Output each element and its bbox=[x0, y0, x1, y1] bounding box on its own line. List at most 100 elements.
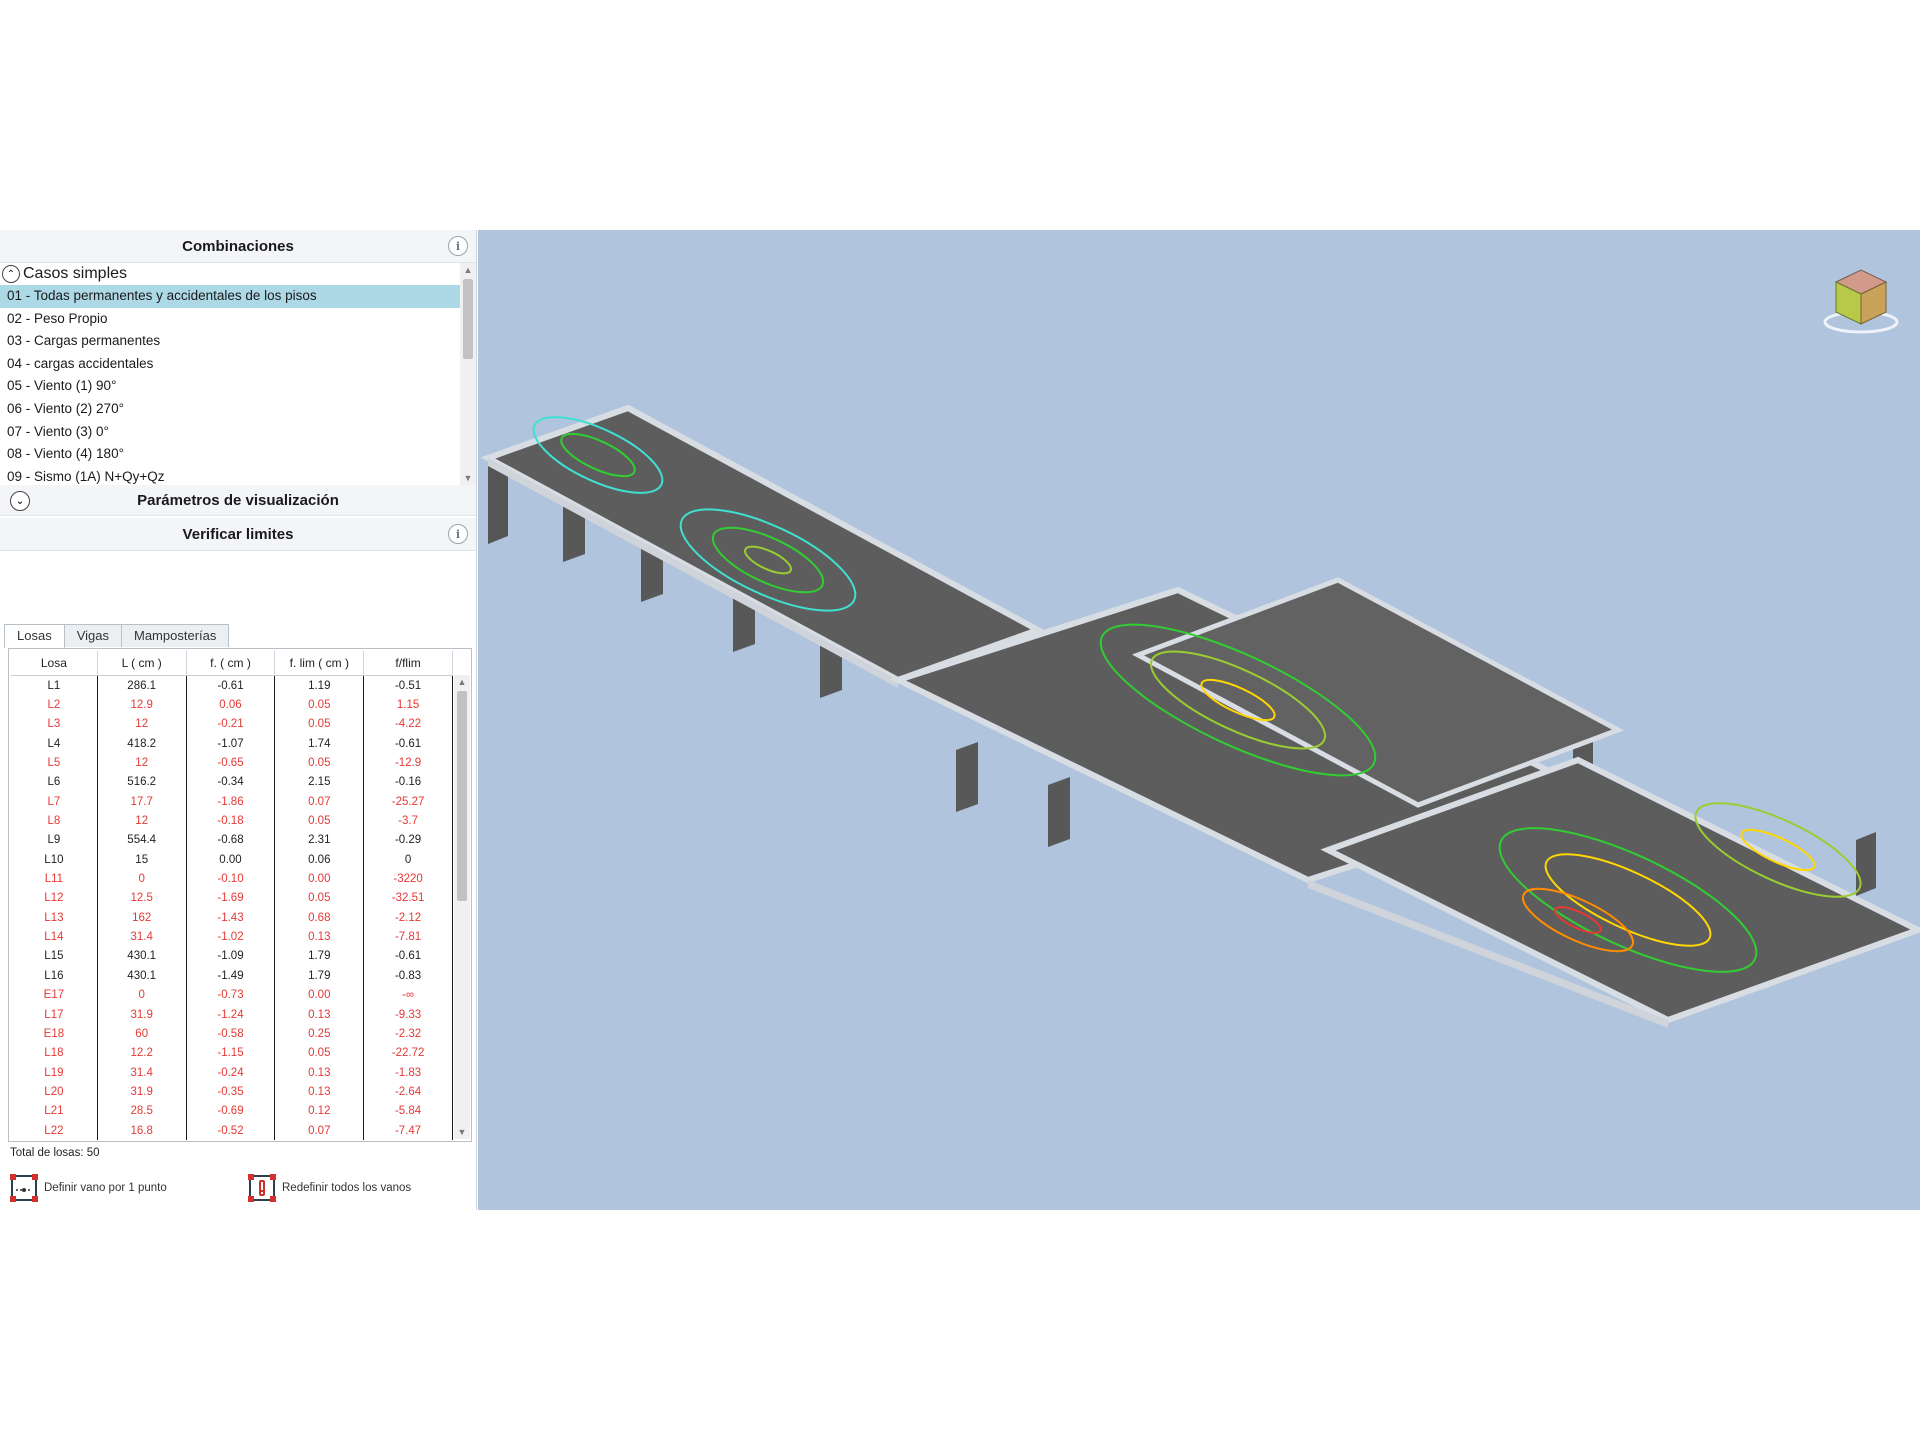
cell-losa: L22 bbox=[11, 1120, 98, 1141]
cell-ratio: -0.51 bbox=[364, 676, 453, 696]
case-item[interactable]: 02 - Peso Propio bbox=[0, 308, 460, 331]
case-item[interactable]: 08 - Viento (4) 180° bbox=[0, 443, 460, 466]
cell-f: -0.58 bbox=[187, 1024, 276, 1044]
case-item[interactable]: 01 - Todas permanentes y accidentales de… bbox=[0, 285, 460, 308]
app-window: Combinaciones i ⌃ Casos simples 01 - Tod… bbox=[0, 230, 1920, 1210]
cell-l: 31.9 bbox=[98, 1004, 187, 1025]
table-row[interactable]: L19 31.4 -0.24 0.13 -1.83 bbox=[11, 1062, 453, 1083]
table-row[interactable]: E18 60 -0.58 0.25 -2.32 bbox=[11, 1024, 453, 1044]
cell-f: -1.69 bbox=[187, 888, 276, 909]
cell-f: -0.73 bbox=[187, 985, 276, 1005]
cell-losa: L12 bbox=[11, 888, 98, 909]
cell-l: 12.2 bbox=[98, 1043, 187, 1063]
case-item[interactable]: 06 - Viento (2) 270° bbox=[0, 398, 460, 421]
case-list: 01 - Todas permanentes y accidentales de… bbox=[0, 285, 460, 485]
tab-losas[interactable]: Losas bbox=[4, 624, 65, 648]
table-body: L1 286.1 -0.61 1.19 -0.51 L2 12.9 0.06 0.05 1.15 L… bbox=[11, 676, 453, 1141]
cell-f: -0.34 bbox=[187, 772, 276, 793]
cell-losa: L5 bbox=[11, 753, 98, 773]
cell-ratio: -2.64 bbox=[364, 1082, 453, 1102]
scroll-thumb[interactable] bbox=[457, 691, 467, 901]
table-row[interactable]: L8 12 -0.18 0.05 -3.7 bbox=[11, 811, 453, 831]
info-icon[interactable]: i bbox=[448, 236, 468, 256]
cell-ratio: -0.83 bbox=[364, 966, 453, 986]
structure-model[interactable] bbox=[478, 230, 1920, 1210]
collapse-icon[interactable]: ⌃ bbox=[2, 265, 20, 283]
combinaciones-header: Combinaciones i bbox=[0, 230, 476, 263]
table-row[interactable]: L21 28.5 -0.69 0.12 -5.84 bbox=[11, 1101, 453, 1121]
scroll-up-icon[interactable]: ▲ bbox=[460, 263, 476, 277]
table-row[interactable]: L18 12.2 -1.15 0.05 -22.72 bbox=[11, 1043, 453, 1063]
cell-losa: E17 bbox=[11, 985, 98, 1005]
redefinir-vanos-button[interactable]: Redefinir todos los vanos bbox=[248, 1174, 411, 1202]
table-row[interactable]: L15 430.1 -1.09 1.79 -0.61 bbox=[11, 946, 453, 967]
table-row[interactable]: L6 516.2 -0.34 2.15 -0.16 bbox=[11, 772, 453, 793]
case-item[interactable]: 09 - Sismo (1A) N+Qy+Qz bbox=[0, 466, 460, 485]
table-row[interactable]: L13 162 -1.43 0.68 -2.12 bbox=[11, 908, 453, 928]
info-icon[interactable]: i bbox=[448, 524, 468, 544]
col-flim[interactable]: f. lim ( cm ) bbox=[275, 651, 365, 675]
table-row[interactable]: L5 12 -0.65 0.05 -12.9 bbox=[11, 753, 453, 773]
cell-ratio: -1.83 bbox=[364, 1062, 453, 1083]
col-losa[interactable]: Losa bbox=[11, 651, 98, 675]
table-row[interactable]: L9 554.4 -0.68 2.31 -0.29 bbox=[11, 830, 453, 851]
total-losas: Total de losas: 50 bbox=[10, 1147, 100, 1159]
slabs bbox=[480, 404, 1920, 1028]
cell-losa: L3 bbox=[11, 714, 98, 735]
cell-f: -0.68 bbox=[187, 830, 276, 851]
table-row[interactable]: L22 16.8 -0.52 0.07 -7.47 bbox=[11, 1120, 453, 1141]
view-cube-icon[interactable] bbox=[1816, 252, 1906, 342]
tab-vigas[interactable]: Vigas bbox=[63, 624, 122, 647]
table-row[interactable]: L1 286.1 -0.61 1.19 -0.51 bbox=[11, 676, 453, 696]
table-scrollbar[interactable]: ▲ ▼ bbox=[454, 675, 470, 1139]
col-l[interactable]: L ( cm ) bbox=[98, 651, 187, 675]
cell-flim: 1.74 bbox=[275, 734, 365, 754]
group-casos-simples[interactable]: ⌃ Casos simples bbox=[0, 263, 460, 285]
table-row[interactable]: L16 430.1 -1.49 1.79 -0.83 bbox=[11, 966, 453, 986]
table-row[interactable]: L20 31.9 -0.35 0.13 -2.64 bbox=[11, 1082, 453, 1102]
definir-vano-button[interactable]: Definir vano por 1 punto bbox=[10, 1174, 167, 1202]
cell-ratio: -7.81 bbox=[364, 927, 453, 947]
cell-flim: 0.00 bbox=[275, 869, 365, 889]
table-row[interactable]: L7 17.7 -1.86 0.07 -25.27 bbox=[11, 792, 453, 812]
scroll-down-icon[interactable]: ▼ bbox=[454, 1125, 470, 1139]
tab-mamposterias[interactable]: Mamposterías bbox=[121, 624, 230, 647]
cell-losa: L14 bbox=[11, 927, 98, 947]
col-ratio[interactable]: f/flim bbox=[364, 651, 453, 675]
cell-f: 0.06 bbox=[187, 695, 276, 715]
cell-flim: 0.05 bbox=[275, 1043, 365, 1063]
table-row[interactable]: E17 0 -0.73 0.00 -∞ bbox=[11, 985, 453, 1005]
cell-ratio: -3220 bbox=[364, 869, 453, 889]
cell-losa: L4 bbox=[11, 734, 98, 754]
scroll-thumb[interactable] bbox=[463, 279, 473, 359]
table-row[interactable]: L3 12 -0.21 0.05 -4.22 bbox=[11, 714, 453, 735]
table-row[interactable]: L11 0 -0.10 0.00 -3220 bbox=[11, 869, 453, 889]
cell-ratio: -7.47 bbox=[364, 1120, 453, 1141]
scroll-down-icon[interactable]: ▼ bbox=[460, 471, 476, 485]
expand-icon[interactable]: ⌄ bbox=[10, 491, 30, 511]
col-f[interactable]: f. ( cm ) bbox=[187, 651, 276, 675]
cell-losa: L8 bbox=[11, 811, 98, 831]
cell-f: -1.02 bbox=[187, 927, 276, 947]
cell-flim: 0.68 bbox=[275, 908, 365, 928]
case-item[interactable]: 03 - Cargas permanentes bbox=[0, 330, 460, 353]
cell-l: 12 bbox=[98, 811, 187, 831]
cell-losa: L13 bbox=[11, 908, 98, 928]
cell-l: 418.2 bbox=[98, 734, 187, 754]
cell-ratio: 1.15 bbox=[364, 695, 453, 715]
visualizacion-header[interactable]: ⌄ Parámetros de visualización bbox=[0, 485, 476, 516]
scroll-up-icon[interactable]: ▲ bbox=[454, 675, 470, 689]
table-row[interactable]: L10 15 0.00 0.06 0 bbox=[11, 850, 453, 870]
table-row[interactable]: L4 418.2 -1.07 1.74 -0.61 bbox=[11, 734, 453, 754]
table-row[interactable]: L14 31.4 -1.02 0.13 -7.81 bbox=[11, 927, 453, 947]
case-item[interactable]: 04 - cargas accidentales bbox=[0, 353, 460, 376]
case-item[interactable]: 05 - Viento (1) 90° bbox=[0, 375, 460, 398]
case-list-scrollbar[interactable]: ▲ ▼ bbox=[460, 263, 476, 485]
table-row[interactable]: L12 12.5 -1.69 0.05 -32.51 bbox=[11, 888, 453, 909]
cell-f: -0.21 bbox=[187, 714, 276, 735]
3d-viewport[interactable] bbox=[478, 230, 1920, 1210]
table-row[interactable]: L2 12.9 0.06 0.05 1.15 bbox=[11, 695, 453, 715]
group-label: Casos simples bbox=[23, 265, 128, 282]
case-item[interactable]: 07 - Viento (3) 0° bbox=[0, 421, 460, 444]
table-row[interactable]: L17 31.9 -1.24 0.13 -9.33 bbox=[11, 1004, 453, 1025]
